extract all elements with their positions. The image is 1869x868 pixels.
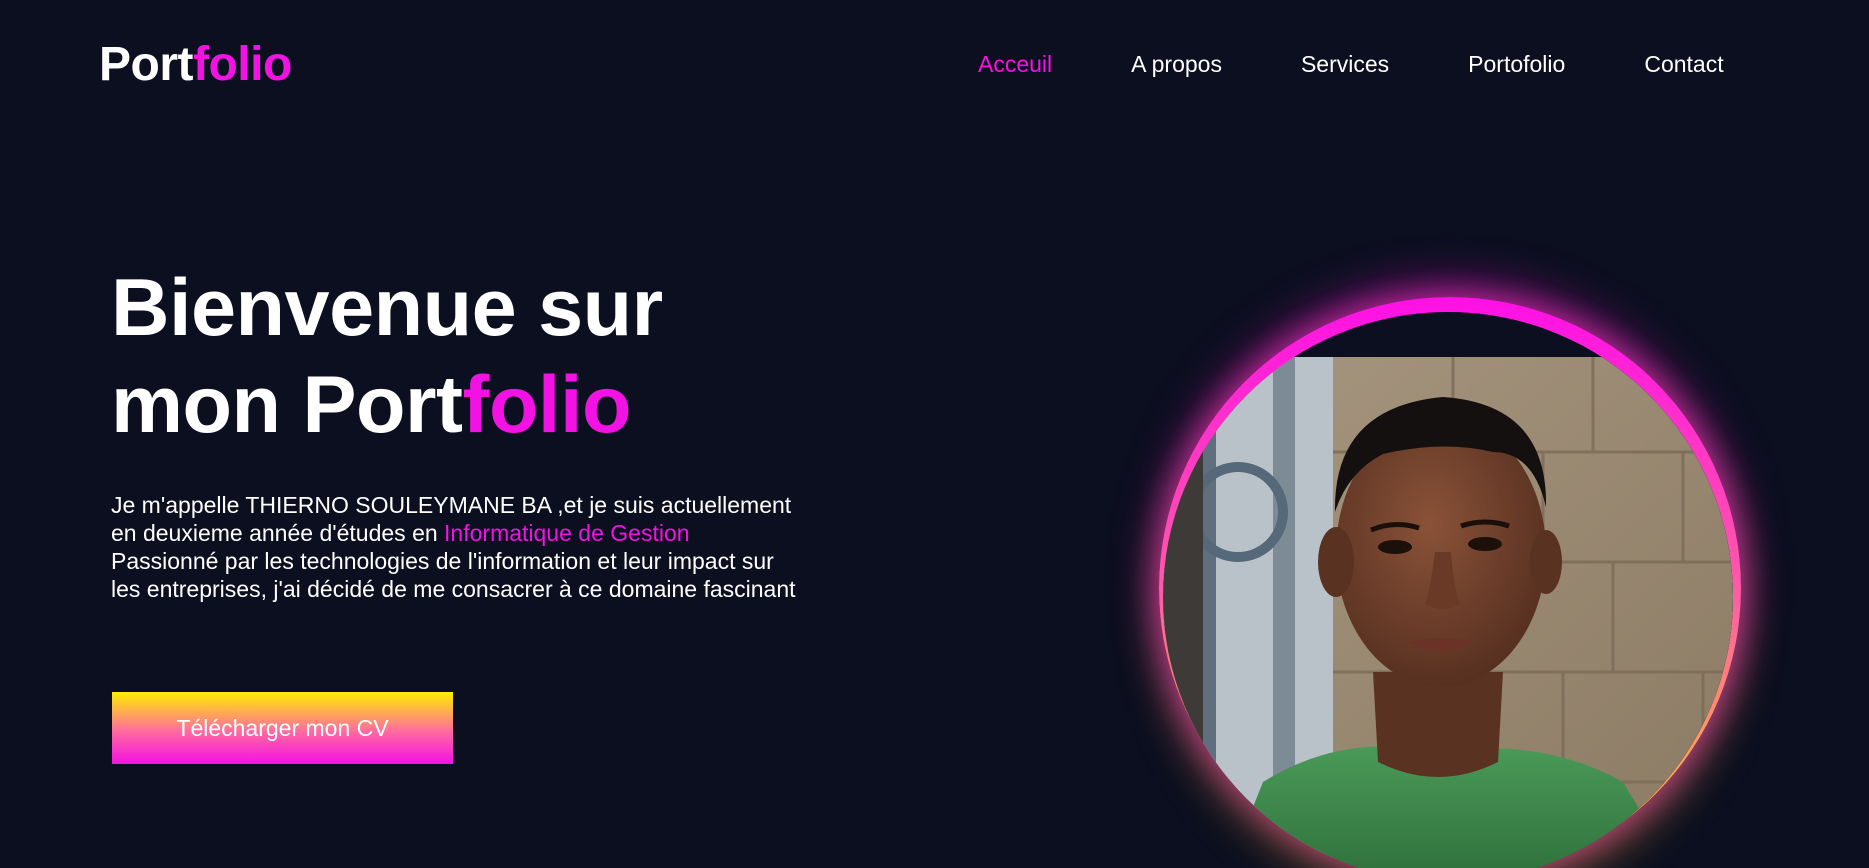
hero-description-accent: Informatique de Gestion — [444, 520, 690, 546]
site-logo[interactable]: Portfolio — [99, 36, 292, 94]
page: Portfolio Acceuil A propos Services Port… — [0, 0, 1869, 868]
portrait-photo — [1163, 312, 1733, 868]
hero-title-accent: folio — [462, 360, 631, 450]
hero-description: Je m'appelle THIERNO SOULEYMANE BA ,et j… — [111, 491, 801, 603]
nav-link-contact[interactable]: Contact — [1644, 48, 1723, 80]
logo-text-main: Port — [99, 38, 194, 91]
hero-title-line2: mon Port — [111, 360, 463, 450]
nav-link-a-propos[interactable]: A propos — [1131, 48, 1222, 80]
main-nav: Acceuil A propos Services Portofolio Con… — [978, 48, 1724, 80]
hero-title-line1: Bienvenue sur — [111, 263, 663, 353]
nav-link-portofolio[interactable]: Portofolio — [1468, 48, 1565, 80]
download-cv-button[interactable]: Télécharger mon CV — [112, 692, 453, 764]
nav-link-acceuil[interactable]: Acceuil — [978, 48, 1052, 80]
nav-link-services[interactable]: Services — [1301, 48, 1389, 80]
portrait-illustration — [1163, 312, 1733, 868]
hero-description-part2: Passionné par les technologies de l'info… — [111, 548, 796, 602]
hero-title: Bienvenue sur mon Portfolio — [111, 260, 663, 454]
logo-text-accent: folio — [193, 38, 292, 91]
